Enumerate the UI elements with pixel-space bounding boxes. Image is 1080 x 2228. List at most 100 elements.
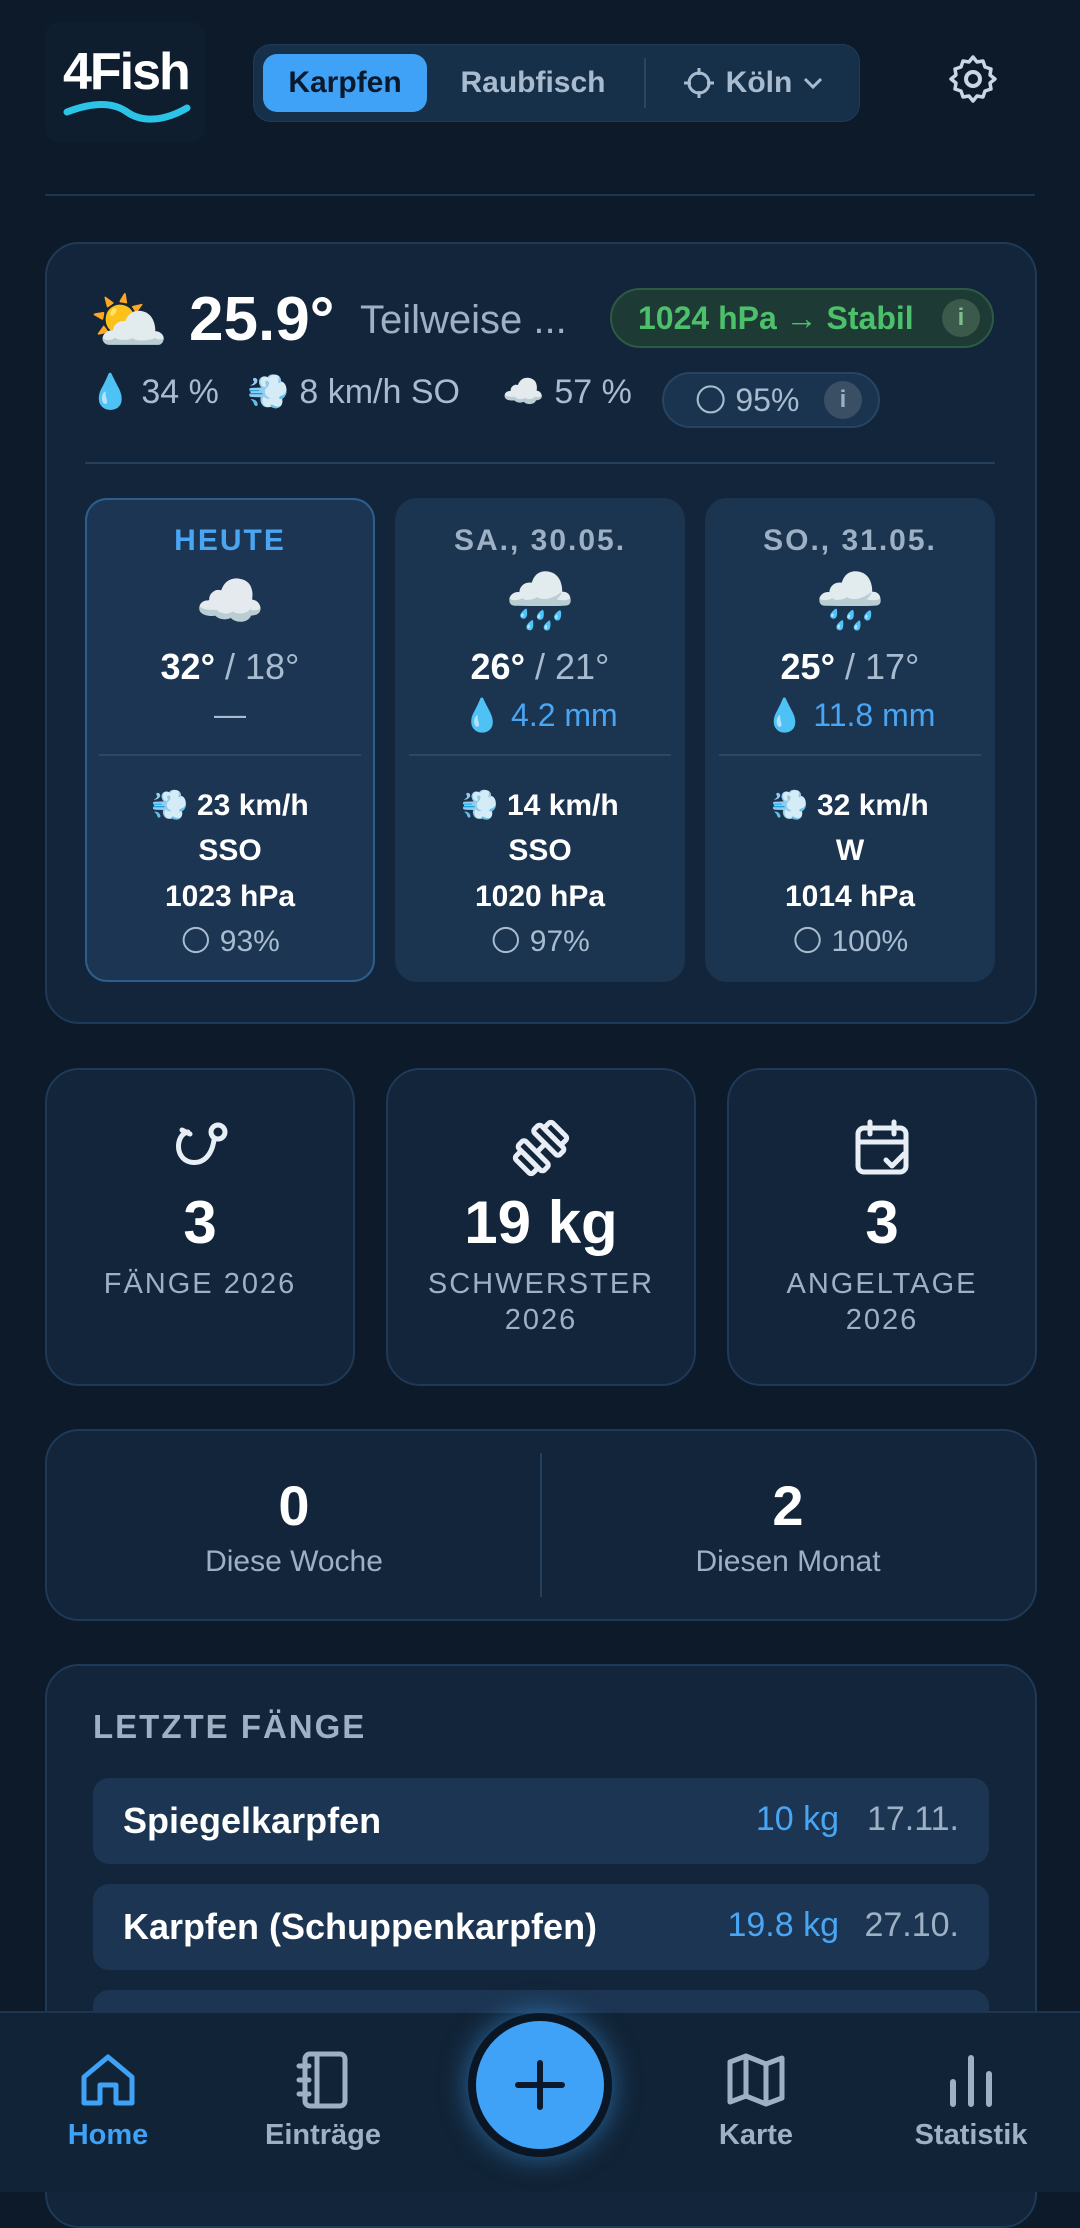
period-label: Diese Woche xyxy=(205,1545,383,1578)
notebook-icon xyxy=(296,2051,348,2109)
home-icon xyxy=(81,2054,135,2106)
forecast-wind-value: 14 km/h xyxy=(506,789,619,822)
weather-card: ⛅ 25.9° Teilweise ... 1024 hPa → Stabil … xyxy=(45,242,1037,1024)
forecast-card-sat[interactable]: SA., 30.05. 🌧️ 26° / 21° 💧 4.2 mm 💨 14 k… xyxy=(395,498,685,982)
forecast-high: 26° xyxy=(470,646,525,687)
forecast-rain-value: 11.8 mm xyxy=(813,697,936,733)
forecast-divider xyxy=(719,754,981,756)
chevron-down-icon xyxy=(804,77,823,90)
forecast-temps: 26° / 21° xyxy=(470,646,610,687)
forecast-day: SO., 31.05. xyxy=(763,524,937,557)
hook-icon xyxy=(176,1122,228,1165)
forecast-temps: 32° / 18° xyxy=(160,646,300,687)
map-icon xyxy=(727,2053,785,2107)
forecast-moon: 🌕 93% xyxy=(180,925,280,958)
pressure-badge[interactable]: 1024 hPa → Stabil i xyxy=(610,288,994,348)
forecast-day: SA., 30.05. xyxy=(453,524,627,557)
cloud-icon: ☁️ xyxy=(195,569,265,632)
moon-phase-badge[interactable]: 🌕 95% i xyxy=(662,372,880,428)
weight-icon xyxy=(512,1119,570,1177)
recent-catches-title: LETZTE FÄNGE xyxy=(93,1708,367,1745)
rain-cloud-icon: 🌧️ xyxy=(815,569,885,632)
app-logo: 4Fish xyxy=(45,22,205,142)
forecast-moon-value: 100% xyxy=(831,925,909,958)
location-label: Köln xyxy=(725,66,793,99)
stat-label: ANGELTAGE 2026 xyxy=(786,1268,978,1336)
stat-card-fishing-days[interactable]: 3 ANGELTAGE 2026 xyxy=(727,1068,1037,1386)
forecast-pressure: 1020 hPa xyxy=(474,880,606,913)
forecast-wind: 💨 32 km/h xyxy=(771,789,929,822)
forecast-wind: 💨 23 km/h xyxy=(151,789,309,822)
segment-karpfen[interactable]: Karpfen xyxy=(263,54,427,112)
forecast-rain-value: 4.2 mm xyxy=(511,697,618,733)
catch-date: 27.10. xyxy=(864,1906,959,1944)
wind-value: 8 km/h SO xyxy=(299,372,460,411)
nav-home-label: Home xyxy=(67,2119,149,2151)
period-summary-card: 0 Diese Woche 2 Diesen Monat xyxy=(45,1429,1037,1621)
forecast-low: 17° xyxy=(865,646,920,687)
nav-entries[interactable]: Einträge xyxy=(243,2049,403,2152)
period-value: 2 xyxy=(772,1474,804,1537)
rain-cloud-icon: 🌧️ xyxy=(505,569,575,632)
info-icon[interactable]: i xyxy=(942,299,980,337)
bar-chart-icon xyxy=(950,2055,992,2107)
nav-statistics-label: Statistik xyxy=(914,2119,1028,2151)
forecast-pressure: 1023 hPa xyxy=(164,880,296,913)
stat-label: SCHWERSTER 2026 xyxy=(427,1268,655,1336)
location-selector[interactable]: Köln xyxy=(663,54,843,112)
crosshair-icon xyxy=(683,68,714,98)
cloud-cover-value: 57 % xyxy=(554,372,632,411)
current-temperature: 25.9° xyxy=(189,285,335,354)
forecast-temps: 25° / 17° xyxy=(780,646,920,687)
forecast-wind-direction: SSO xyxy=(508,834,572,867)
calendar-check-icon xyxy=(855,1119,909,1175)
forecast-moon-value: 97% xyxy=(529,925,590,958)
forecast-low: 21° xyxy=(555,646,610,687)
partly-cloudy-icon: ⛅ xyxy=(89,285,169,357)
forecast-rain: 💧 11.8 mm xyxy=(764,697,936,733)
plus-icon xyxy=(515,2060,565,2110)
forecast-wind-value: 32 km/h xyxy=(816,789,929,822)
forecast-card-sun[interactable]: SO., 31.05. 🌧️ 25° / 17° 💧 11.8 mm 💨 32 … xyxy=(705,498,995,982)
period-week[interactable]: 0 Diese Woche xyxy=(47,1431,541,1619)
forecast-low: 18° xyxy=(245,646,300,687)
stat-card-catches[interactable]: 3 FÄNGE 2026 xyxy=(45,1068,355,1386)
period-value: 0 xyxy=(278,1474,310,1537)
weather-description: Teilweise ... xyxy=(360,298,567,342)
stat-label: FÄNGE 2026 xyxy=(103,1268,297,1300)
period-month[interactable]: 2 Diesen Monat xyxy=(541,1431,1035,1619)
cloud-icon: ☁️ xyxy=(502,373,545,411)
forecast-pressure: 1014 hPa xyxy=(784,880,916,913)
wind-icon: 💨 xyxy=(247,373,290,411)
moon-value: 95% xyxy=(735,381,800,418)
humidity-value: 34 % xyxy=(141,372,219,411)
forecast-divider xyxy=(409,754,671,756)
catch-weight: 19.8 kg xyxy=(727,1906,839,1944)
forecast-high: 32° xyxy=(160,646,215,687)
nav-statistics[interactable]: Statistik xyxy=(891,2049,1051,2152)
forecast-divider xyxy=(99,754,361,756)
forecast-wind: 💨 14 km/h xyxy=(461,789,619,822)
forecast-rain: — xyxy=(214,696,246,732)
stat-card-heaviest[interactable]: 19 kg SCHWERSTER 2026 xyxy=(386,1068,696,1386)
info-icon[interactable]: i xyxy=(824,381,862,419)
nav-entries-label: Einträge xyxy=(264,2119,382,2151)
nav-home[interactable]: Home xyxy=(28,2049,188,2152)
droplet-icon: 💧 xyxy=(89,373,132,411)
settings-gear-icon[interactable] xyxy=(947,53,999,105)
forecast-wind-direction: SSO xyxy=(198,834,262,867)
forecast-rain: 💧 4.2 mm xyxy=(462,697,618,733)
header-divider xyxy=(45,194,1035,196)
logo-text: 4Fish xyxy=(63,43,191,101)
forecast-wind-direction: W xyxy=(835,834,865,867)
forecast-moon-value: 93% xyxy=(219,925,280,958)
forecast-moon: 🌕 100% xyxy=(791,925,909,958)
nav-map[interactable]: Karte xyxy=(676,2049,836,2152)
segment-raubfisch[interactable]: Raubfisch xyxy=(433,54,633,112)
forecast-card-today[interactable]: HEUTE ☁️ 32° / 18° — 💨 23 km/h SSO 1023 … xyxy=(85,498,375,982)
catch-row[interactable]: Spiegelkarpfen 10 kg 17.11. xyxy=(93,1778,989,1864)
add-catch-button[interactable] xyxy=(468,2013,612,2157)
cloud-cover: ☁️ 57 % xyxy=(502,372,632,412)
forecast-wind-value: 23 km/h xyxy=(196,789,309,822)
catch-row[interactable]: Karpfen (Schuppenkarpfen) 19.8 kg 27.10. xyxy=(93,1884,989,1970)
